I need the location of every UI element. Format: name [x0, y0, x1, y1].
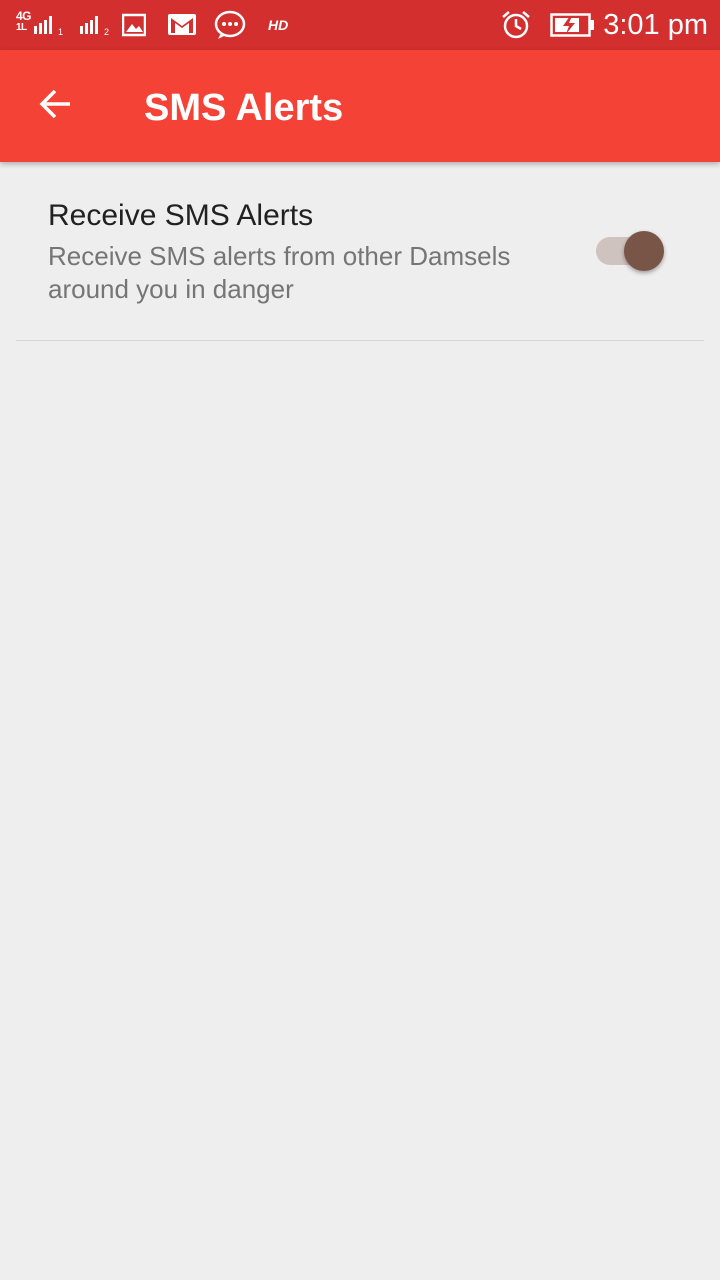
back-button[interactable]	[20, 70, 92, 142]
receive-sms-alerts-switch[interactable]	[596, 231, 668, 272]
hd-voice-label: HD	[268, 17, 289, 33]
gmail-icon	[167, 12, 197, 43]
page-title: SMS Alerts	[144, 87, 344, 129]
network-type-text: 4G	[16, 9, 32, 23]
arrow-back-icon	[38, 86, 74, 127]
preference-summary: Receive SMS alerts from other Damsels ar…	[48, 241, 511, 304]
status-bar: 4G 1L 1 2 HD 3:01 pm	[0, 0, 720, 50]
app-bar: SMS Alerts	[0, 50, 720, 162]
preference-receive-sms-alerts[interactable]: Receive SMS Alerts Receive SMS alerts fr…	[0, 162, 720, 340]
network-sub-text: 1L	[16, 22, 27, 33]
switch-thumb	[624, 231, 664, 271]
preference-divider	[16, 340, 704, 341]
alarm-icon	[500, 9, 532, 46]
messaging-icon	[213, 9, 247, 46]
sim2-index: 2	[104, 27, 110, 37]
network-type-label: 4G 1L	[16, 9, 32, 34]
battery-charging-icon	[550, 12, 596, 43]
gallery-icon	[121, 13, 147, 42]
preference-title: Receive SMS Alerts	[48, 199, 314, 232]
status-clock: 3:01 pm	[603, 9, 708, 41]
sim1-index: 1	[58, 27, 64, 37]
